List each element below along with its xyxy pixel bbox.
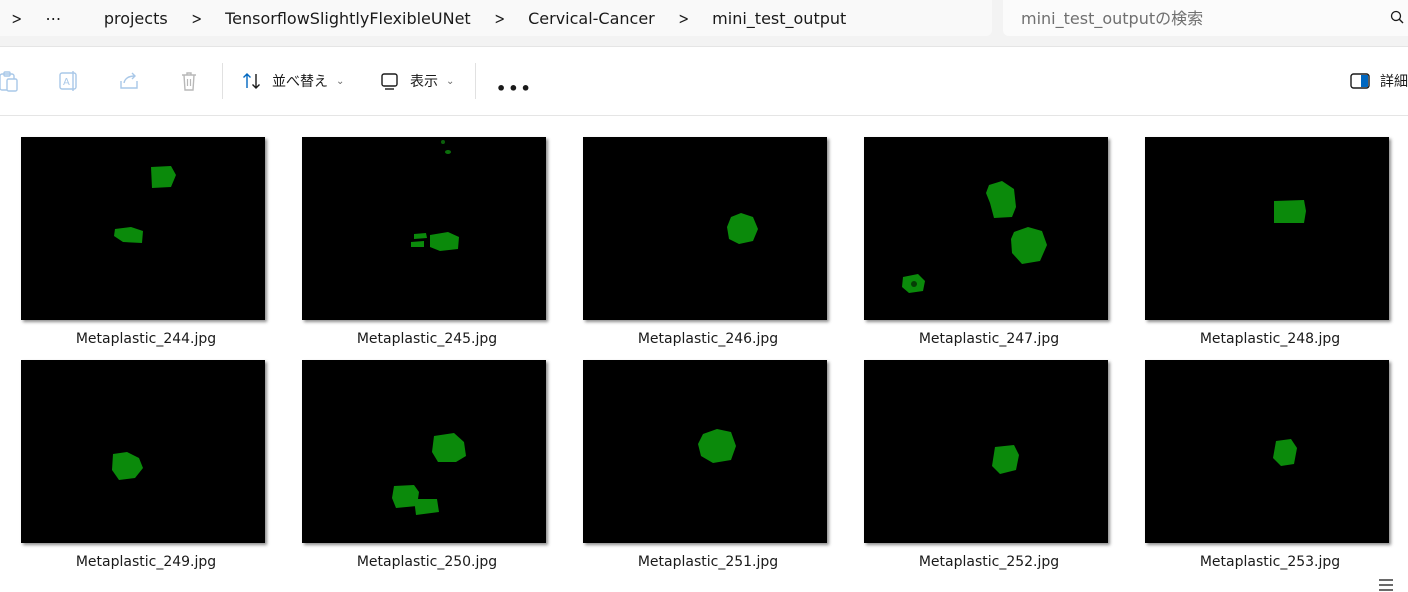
file-name: Metaplastic_253.jpg	[1199, 554, 1341, 570]
command-bar: A 並べ替え ⌄ 表示 ⌄ ••• 詳細	[0, 47, 1408, 116]
toolbar-separator	[475, 63, 476, 99]
details-pane-button[interactable]: 詳細	[1350, 67, 1408, 95]
view-label: 表示	[410, 74, 438, 90]
view-button[interactable]: 表示 ⌄	[380, 67, 454, 95]
rename-icon[interactable]: A	[57, 69, 81, 93]
file-name: Metaplastic_244.jpg	[75, 331, 217, 347]
chevron-down-icon: ⌄	[446, 75, 455, 87]
file-name: Metaplastic_251.jpg	[637, 554, 779, 570]
expand-chevron-icon[interactable]: >	[11, 9, 22, 28]
breadcrumb-item-projects[interactable]: projects	[104, 9, 168, 28]
image-thumbnail	[302, 360, 546, 543]
file-name: Metaplastic_248.jpg	[1199, 331, 1341, 347]
search-box[interactable]	[1003, 0, 1408, 36]
chevron-right-icon[interactable]: >	[191, 9, 202, 28]
list-view-icon[interactable]	[1378, 578, 1394, 592]
search-icon[interactable]	[1390, 9, 1408, 27]
breadcrumb-item-tensorflow[interactable]: TensorflowSlightlyFlexibleUNet	[225, 9, 471, 28]
file-name: Metaplastic_250.jpg	[356, 554, 498, 570]
file-name: Metaplastic_247.jpg	[918, 331, 1060, 347]
delete-icon[interactable]	[177, 69, 201, 93]
details-label: 詳細	[1380, 74, 1408, 90]
image-thumbnail	[583, 360, 827, 543]
address-bar: > ⋯ > projects > TensorflowSlightlyFlexi…	[0, 0, 1408, 47]
breadcrumb-item-current[interactable]: mini_test_output	[712, 9, 846, 28]
image-thumbnail	[302, 137, 546, 320]
sort-icon	[243, 73, 260, 89]
view-icon	[381, 73, 398, 90]
image-thumbnail	[864, 360, 1108, 543]
share-icon[interactable]	[117, 69, 141, 93]
breadcrumb-item-cervical-cancer[interactable]: Cervical-Cancer	[528, 9, 655, 28]
sort-button[interactable]: 並べ替え ⌄	[242, 67, 344, 95]
file-name: Metaplastic_252.jpg	[918, 554, 1060, 570]
details-pane-icon	[1350, 73, 1370, 89]
more-options-button[interactable]: •••	[496, 79, 533, 98]
file-name: Metaplastic_245.jpg	[356, 331, 498, 347]
toolbar-separator	[222, 63, 223, 99]
image-thumbnail	[21, 137, 265, 320]
breadcrumb-overflow-button[interactable]: ⋯	[45, 9, 62, 28]
image-thumbnail	[21, 360, 265, 543]
chevron-down-icon: ⌄	[336, 75, 345, 87]
chevron-right-icon[interactable]: >	[494, 9, 505, 28]
image-thumbnail	[864, 137, 1108, 320]
image-thumbnail	[583, 137, 827, 320]
svg-text:A: A	[63, 77, 70, 88]
file-grid: Metaplastic_244.jpg Metaplastic_245.jpg …	[0, 116, 1408, 592]
image-thumbnail	[1145, 137, 1389, 320]
paste-icon[interactable]	[0, 69, 20, 93]
breadcrumb: > ⋯ > projects > TensorflowSlightlyFlexi…	[0, 0, 992, 36]
file-name: Metaplastic_249.jpg	[75, 554, 217, 570]
search-input[interactable]	[1021, 8, 1381, 28]
file-name: Metaplastic_246.jpg	[637, 331, 779, 347]
chevron-right-icon[interactable]: >	[678, 9, 689, 28]
sort-label: 並べ替え	[272, 74, 328, 90]
image-thumbnail	[1145, 360, 1389, 543]
